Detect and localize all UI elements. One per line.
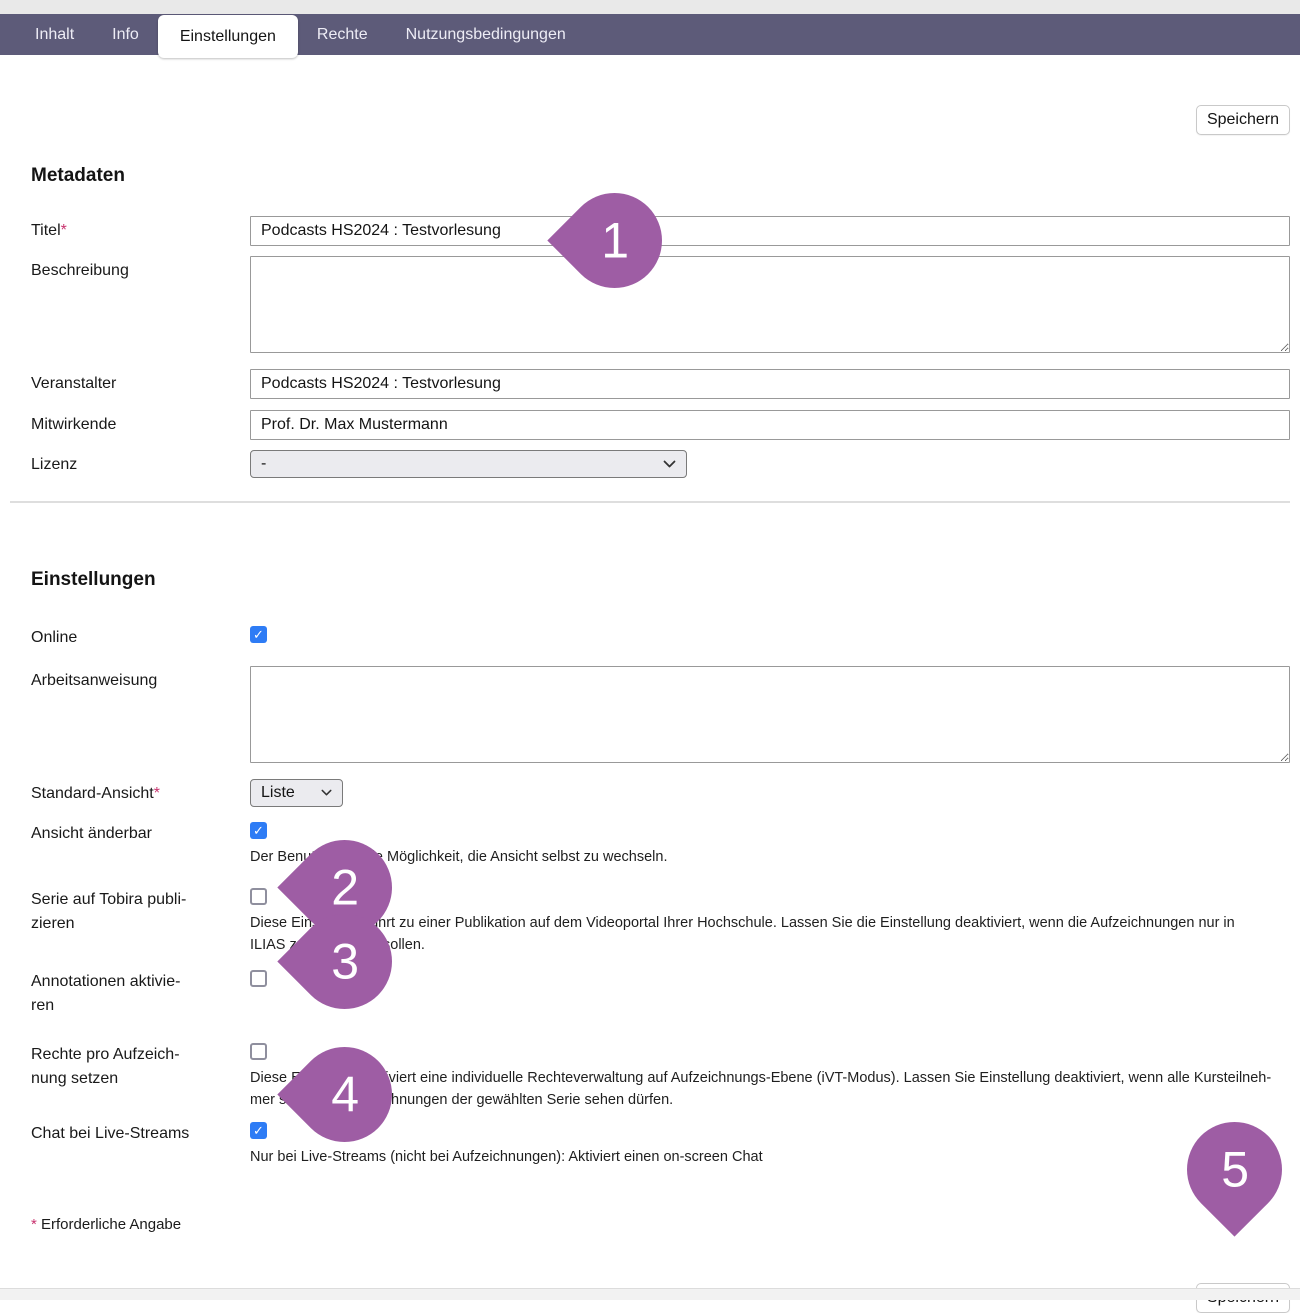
- ansicht-aenderbar-checkbox[interactable]: ✓: [250, 822, 267, 839]
- main-content: Speichern Metadaten Titel* Beschreibung …: [0, 105, 1300, 1313]
- tab-info[interactable]: Info: [93, 14, 158, 55]
- tobira-help: Diese Einstellung führt zu einer Publika…: [250, 912, 1280, 956]
- tab-einstellungen[interactable]: Einstellungen: [158, 15, 298, 58]
- required-note: * Erforderliche Angabe: [31, 1216, 1290, 1233]
- lizenz-selected-value: -: [261, 455, 266, 473]
- tobira-checkbox[interactable]: ✓: [250, 888, 267, 905]
- beschreibung-textarea[interactable]: [250, 256, 1290, 353]
- mitwirkende-input[interactable]: [250, 410, 1290, 440]
- chevron-down-icon: [663, 460, 676, 469]
- rechte-pro-aufzeichnung-checkbox[interactable]: ✓: [250, 1043, 267, 1060]
- ansicht-aenderbar-help: Der Benutzer hat die Möglichkeit, die An…: [250, 846, 1280, 868]
- titel-label: Titel*: [31, 216, 250, 243]
- rechte-pro-aufzeichnung-help: Diese Einstellung aktiviert eine individ…: [250, 1067, 1280, 1111]
- lizenz-label: Lizenz: [31, 450, 250, 477]
- rechte-pro-aufzeichnung-label: Rechte pro Aufzeich- nung setzen: [31, 1040, 250, 1091]
- tab-rechte[interactable]: Rechte: [298, 14, 387, 55]
- chevron-down-icon: [321, 789, 332, 797]
- mitwirkende-label: Mitwirkende: [31, 410, 250, 437]
- ansicht-aenderbar-label: Ansicht änderbar: [31, 819, 250, 846]
- required-asterisk: *: [61, 222, 67, 239]
- tab-bar: Inhalt Info Einstellungen Rechte Nutzung…: [0, 14, 1300, 55]
- chat-live-streams-label: Chat bei Live-Streams: [31, 1119, 250, 1146]
- online-checkbox[interactable]: ✓: [250, 626, 267, 643]
- arbeitsanweisung-textarea[interactable]: [250, 666, 1290, 763]
- chat-live-streams-checkbox[interactable]: ✓: [250, 1122, 267, 1139]
- metadata-heading: Metadaten: [31, 164, 1290, 188]
- annotationen-checkbox[interactable]: ✓: [250, 970, 267, 987]
- titel-input[interactable]: [250, 216, 1290, 246]
- beschreibung-label: Beschreibung: [31, 256, 250, 283]
- tab-nutzungsbedingungen[interactable]: Nutzungsbedingungen: [387, 14, 585, 55]
- checkmark-icon: ✓: [253, 1124, 264, 1137]
- arbeitsanweisung-label: Arbeitsanweisung: [31, 666, 250, 693]
- standard-ansicht-select[interactable]: Liste: [250, 779, 343, 807]
- checkmark-icon: ✓: [253, 824, 264, 837]
- tab-inhalt[interactable]: Inhalt: [16, 14, 93, 55]
- section-divider: [10, 501, 1290, 503]
- online-label: Online: [31, 623, 250, 650]
- annotationen-label: Annotationen aktivie- ren: [31, 967, 250, 1018]
- required-asterisk: *: [31, 1216, 37, 1233]
- veranstalter-input[interactable]: [250, 369, 1290, 399]
- footer-strip: [0, 1288, 1300, 1300]
- standard-ansicht-selected-value: Liste: [261, 784, 295, 802]
- checkmark-icon: ✓: [253, 628, 264, 641]
- veranstalter-label: Veranstalter: [31, 369, 250, 396]
- settings-heading: Einstellungen: [31, 568, 1290, 592]
- top-strip: [0, 0, 1300, 14]
- standard-ansicht-label: Standard-Ansicht*: [31, 779, 250, 806]
- settings-page: { "tabs": [ {"label": "Inhalt", "active"…: [0, 0, 1300, 1300]
- lizenz-select[interactable]: -: [250, 450, 687, 478]
- save-button-top[interactable]: Speichern: [1196, 105, 1290, 135]
- chat-live-streams-help: Nur bei Live-Streams (nicht bei Aufzeich…: [250, 1146, 1280, 1168]
- required-asterisk: *: [154, 785, 160, 802]
- tobira-label: Serie auf Tobira publi- zieren: [31, 885, 250, 936]
